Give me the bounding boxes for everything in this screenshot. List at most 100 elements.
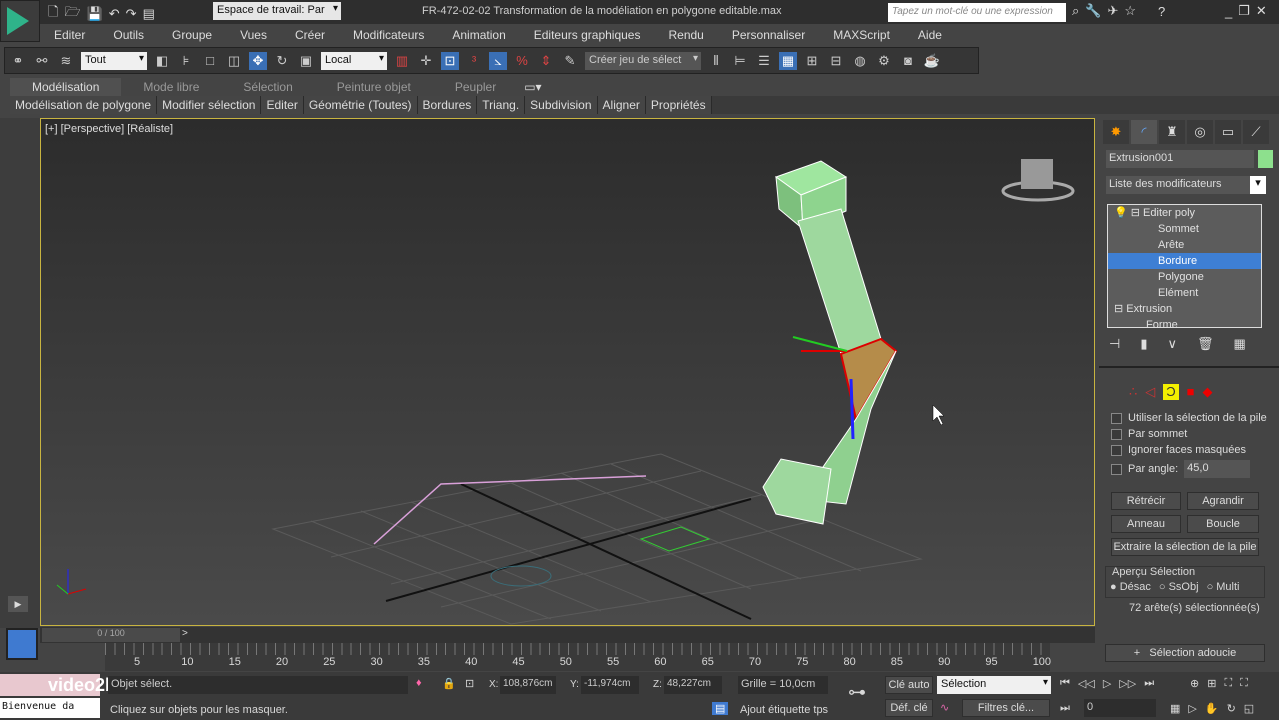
viewport-perspective[interactable]: [+] [Perspective] [Réaliste]: [40, 118, 1095, 626]
percent-snap-icon[interactable]: %: [513, 52, 531, 70]
expand-arrow-icon[interactable]: ▶: [8, 596, 28, 612]
auto-key-button[interactable]: Clé auto: [885, 676, 933, 694]
by-vertex-checkbox[interactable]: Par sommet: [1111, 428, 1271, 440]
soft-selection-rollout[interactable]: + Sélection adoucie: [1105, 644, 1265, 662]
configure-sets-icon[interactable]: ▦: [1234, 336, 1246, 352]
angle-snap-icon[interactable]: ⦣: [489, 51, 507, 70]
render-teapot-icon[interactable]: ☕: [923, 52, 941, 70]
menu-outils[interactable]: Outils: [99, 24, 158, 46]
ignore-backfacing-checkbox[interactable]: Ignorer faces masquées: [1111, 444, 1271, 456]
welcome-field[interactable]: Bienvenue da: [0, 698, 100, 718]
zoom-extents-icon[interactable]: ⛶: [1224, 677, 1232, 690]
vertex-level-icon[interactable]: ∴: [1129, 384, 1137, 400]
time-config-icon[interactable]: ▦: [1170, 702, 1180, 715]
add-time-tag[interactable]: Ajout étiquette tps: [740, 704, 828, 716]
menu-aide[interactable]: Aide: [904, 24, 956, 46]
mirror-icon[interactable]: ⫴: [707, 52, 725, 70]
stack-item-sommet[interactable]: Sommet: [1108, 221, 1261, 237]
ring-button[interactable]: Anneau: [1111, 515, 1181, 533]
modifier-list-dropdown[interactable]: Liste des modificateurs ▾: [1106, 176, 1266, 194]
edit-named-selection-icon[interactable]: ✎: [561, 52, 579, 70]
menu-groupe[interactable]: Groupe: [158, 24, 226, 46]
set-key-icon[interactable]: ⊶: [848, 682, 866, 703]
zoom-extents-all-icon[interactable]: ⛶: [1240, 677, 1248, 690]
panel-subdivision[interactable]: Subdivision: [525, 96, 598, 114]
previous-frame-icon[interactable]: ◁◁: [1078, 677, 1095, 690]
radio-desac[interactable]: ● Désac: [1110, 581, 1151, 593]
edge-level-icon[interactable]: ◁: [1145, 384, 1155, 400]
move-icon[interactable]: ✥: [249, 51, 267, 70]
close-icon[interactable]: ✕: [1256, 3, 1267, 19]
tab-mode-libre[interactable]: Mode libre: [121, 78, 221, 96]
utilities-tab-icon[interactable]: ⟋: [1243, 120, 1269, 144]
play-icon[interactable]: ▷: [1103, 677, 1111, 690]
redo-icon[interactable]: ↷: [126, 6, 137, 22]
key-mode-toggle-icon[interactable]: ⏭: [1060, 702, 1070, 715]
scene-explorer-icon[interactable]: ▦: [779, 51, 797, 70]
reference-coord-dropdown[interactable]: Local: [321, 51, 387, 70]
stack-item-forme[interactable]: Forme: [1108, 317, 1261, 327]
stack-item-element[interactable]: Elément: [1108, 285, 1261, 301]
panel-aligner[interactable]: Aligner: [597, 96, 646, 114]
current-frame-field[interactable]: 0: [1084, 699, 1156, 717]
modify-tab-icon[interactable]: ◜: [1131, 120, 1157, 144]
next-frame-icon[interactable]: >: [182, 628, 188, 639]
make-unique-icon[interactable]: ∨: [1167, 336, 1177, 352]
get-stack-selection-button[interactable]: Extraire la sélection de la pile: [1111, 538, 1259, 556]
stack-item-bordure[interactable]: Bordure: [1108, 253, 1261, 269]
select-object-icon[interactable]: ◧: [153, 52, 171, 70]
field-of-view-icon[interactable]: ▷: [1188, 702, 1196, 715]
curve-editor-icon[interactable]: ⊞: [803, 52, 821, 70]
time-tag-icon[interactable]: ▤: [712, 702, 729, 715]
absolute-mode-icon[interactable]: ⊡: [465, 677, 474, 690]
panel-editer[interactable]: Editer: [261, 96, 304, 114]
lightbulb-icon[interactable]: 💡: [1114, 207, 1128, 219]
show-end-result-icon[interactable]: ▮: [1140, 336, 1147, 352]
menu-animation[interactable]: Animation: [438, 24, 519, 46]
save-icon[interactable]: 💾: [87, 6, 103, 22]
selection-filter-dropdown[interactable]: Tout: [81, 51, 147, 70]
unlink-icon[interactable]: ⚯: [33, 52, 51, 70]
stack-item-extrusion[interactable]: ⊟ Extrusion: [1108, 301, 1261, 317]
align-icon[interactable]: ⊨: [731, 52, 749, 70]
orbit-icon[interactable]: ↻: [1227, 702, 1236, 715]
grow-button[interactable]: Agrandir: [1187, 492, 1259, 510]
satellite-icon[interactable]: ✈: [1107, 3, 1118, 19]
menu-rendu[interactable]: Rendu: [654, 24, 717, 46]
menu-vues[interactable]: Vues: [226, 24, 281, 46]
help-icon[interactable]: ?: [1158, 4, 1165, 19]
bind-spacewarp-icon[interactable]: ≋: [57, 52, 75, 70]
tab-peupler[interactable]: Peupler: [433, 78, 518, 96]
stack-item-polygone[interactable]: Polygone: [1108, 269, 1261, 285]
z-coordinate-field[interactable]: 48,227cm: [664, 676, 722, 694]
next-frame-icon[interactable]: ▷▷: [1119, 677, 1136, 690]
snap-3d-icon[interactable]: ³: [465, 52, 483, 70]
window-crossing-icon[interactable]: ◫: [225, 52, 243, 70]
modifier-stack[interactable]: 💡 ⊟ Editer poly Sommet Arête Bordure Pol…: [1107, 204, 1262, 328]
workspace-dropdown[interactable]: Espace de travail: Par: [213, 2, 341, 20]
pivot-center-icon[interactable]: ▥: [393, 52, 411, 70]
panel-proprietes[interactable]: Propriétés: [645, 96, 712, 114]
panel-modifier-selection[interactable]: Modifier sélection: [157, 96, 262, 114]
time-slider-thumb[interactable]: 0 / 100: [42, 628, 180, 642]
material-editor-icon[interactable]: ◍: [851, 52, 869, 70]
maxscript-listener-icon[interactable]: [6, 628, 38, 660]
binoculars-icon[interactable]: ⌕: [1072, 3, 1079, 19]
minimize-icon[interactable]: _: [1225, 4, 1232, 19]
zoom-all-icon[interactable]: ⊞: [1207, 677, 1216, 690]
angle-spinner[interactable]: 45,0: [1184, 460, 1251, 478]
rotate-icon[interactable]: ↻: [273, 52, 291, 70]
wrench-icon[interactable]: 🔧: [1085, 3, 1101, 19]
panel-triang[interactable]: Triang.: [477, 96, 526, 114]
maximize-viewport-icon[interactable]: ◱: [1244, 702, 1254, 715]
select-by-name-icon[interactable]: ⊧: [177, 52, 195, 70]
key-filters-button[interactable]: Filtres clé...: [962, 699, 1050, 717]
element-level-icon[interactable]: ◆: [1203, 384, 1213, 400]
link-icon[interactable]: ⚭: [9, 52, 27, 70]
stack-item-editer-poly[interactable]: 💡 ⊟ Editer poly: [1108, 205, 1261, 221]
schematic-view-icon[interactable]: ⊟: [827, 52, 845, 70]
stack-item-arete[interactable]: Arête: [1108, 237, 1261, 253]
spinner-snap-icon[interactable]: ⇕: [537, 52, 555, 70]
star-icon[interactable]: ☆: [1124, 3, 1136, 19]
y-coordinate-field[interactable]: -11,974cm: [581, 676, 639, 694]
